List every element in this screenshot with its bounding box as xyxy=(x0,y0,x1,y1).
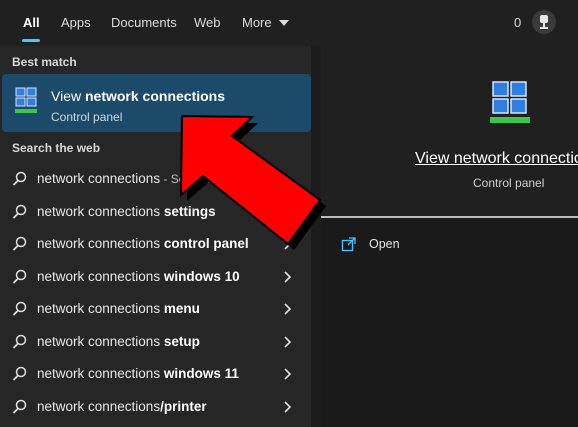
suggestion-prefix: network connections xyxy=(37,204,164,219)
suggestion-bold: windows 11 xyxy=(163,366,239,381)
suggestion-text: network connections menu xyxy=(37,301,200,316)
suggestion-prefix: network connections xyxy=(37,366,164,381)
search-web-heading: Search the web xyxy=(12,141,101,155)
tab-more[interactable]: More xyxy=(242,15,290,30)
tab-documents[interactable]: Documents xyxy=(111,15,177,30)
preview-subtitle: Control panel xyxy=(473,176,545,190)
suggestion-text: network connections - See web r xyxy=(37,171,225,186)
best-match-title-prefix: View xyxy=(51,88,85,104)
web-suggestion-row[interactable]: network connections settings xyxy=(0,196,311,228)
preview-header: View network connections Control panel xyxy=(321,46,578,216)
suggestion-text: network connections settings xyxy=(37,204,216,219)
best-match-title-bold: network connections xyxy=(84,88,226,104)
suggestion-text: network connections control panel xyxy=(37,236,249,251)
web-suggestion-row[interactable]: network connections windows 10 xyxy=(0,261,311,293)
chevron-right-icon[interactable] xyxy=(284,336,292,348)
network-connections-icon xyxy=(15,87,37,113)
search-icon xyxy=(12,366,27,381)
suggestion-prefix: network connections xyxy=(37,269,164,284)
suggestion-text: network connections/printer xyxy=(37,399,207,414)
search-icon xyxy=(12,269,27,284)
suggestion-prefix: network connections xyxy=(37,171,161,186)
rewards-count: 0 xyxy=(514,15,522,30)
search-tab-bar: All Apps Documents Web More 0 xyxy=(0,0,578,46)
search-icon xyxy=(12,204,27,219)
caret-down-icon xyxy=(279,20,290,26)
suggestion-bold: windows 10 xyxy=(163,269,240,284)
profile-avatar-icon[interactable] xyxy=(532,10,556,34)
suggestion-bold: settings xyxy=(163,204,216,219)
web-suggestion-row[interactable]: network connections control panel xyxy=(0,228,311,260)
web-suggestion-row[interactable]: network connections - See web r xyxy=(0,163,311,195)
suggestion-prefix: network connections xyxy=(37,399,161,414)
network-connections-icon xyxy=(490,81,530,123)
best-match-heading: Best match xyxy=(12,55,77,69)
suggestion-text: network connections windows 11 xyxy=(37,366,239,381)
web-suggestion-row[interactable]: network connections windows 11 xyxy=(0,358,311,390)
chevron-right-icon[interactable] xyxy=(284,303,292,315)
suggestion-prefix: network connections xyxy=(37,236,164,251)
search-icon xyxy=(12,171,27,186)
chevron-right-icon[interactable] xyxy=(284,271,292,283)
suggestion-text: network connections setup xyxy=(37,334,200,349)
web-suggestion-row[interactable]: network connections menu xyxy=(0,293,311,325)
open-label: Open xyxy=(369,237,400,251)
web-suggestion-row[interactable]: network connections/printer xyxy=(0,391,311,423)
suggestion-bold: /printer xyxy=(160,399,207,414)
tab-apps[interactable]: Apps xyxy=(61,15,91,30)
suggestion-prefix: network connections xyxy=(37,301,164,316)
suggestion-bold: setup xyxy=(163,334,200,349)
preview-title-link[interactable]: View network connections xyxy=(415,150,578,168)
best-match-item[interactable]: View network connections Control panel xyxy=(2,74,311,132)
search-icon xyxy=(12,301,27,316)
open-external-icon xyxy=(341,237,356,252)
chevron-right-icon[interactable] xyxy=(284,238,292,250)
trophy-icon xyxy=(540,15,548,29)
suggestion-hint: - See web r xyxy=(160,172,225,186)
search-icon xyxy=(12,334,27,349)
chevron-right-icon[interactable] xyxy=(284,368,292,380)
tab-all[interactable]: All xyxy=(23,15,40,30)
preview-panel: View network connections Control panel O… xyxy=(321,46,578,427)
suggestion-prefix: network connections xyxy=(37,334,164,349)
active-tab-indicator xyxy=(22,39,40,42)
web-suggestion-row[interactable]: network connections setup xyxy=(0,326,311,358)
tab-more-label: More xyxy=(242,15,272,30)
suggestion-text: network connections windows 10 xyxy=(37,269,240,284)
best-match-subtitle: Control panel xyxy=(51,110,123,124)
suggestion-bold: menu xyxy=(163,301,200,316)
search-icon xyxy=(12,236,27,251)
search-icon xyxy=(12,399,27,414)
preview-divider xyxy=(321,216,578,218)
best-match-title: View network connections xyxy=(51,88,225,104)
suggestion-bold: control panel xyxy=(163,236,249,251)
tab-web[interactable]: Web xyxy=(194,15,221,30)
chevron-right-icon[interactable] xyxy=(284,401,292,413)
